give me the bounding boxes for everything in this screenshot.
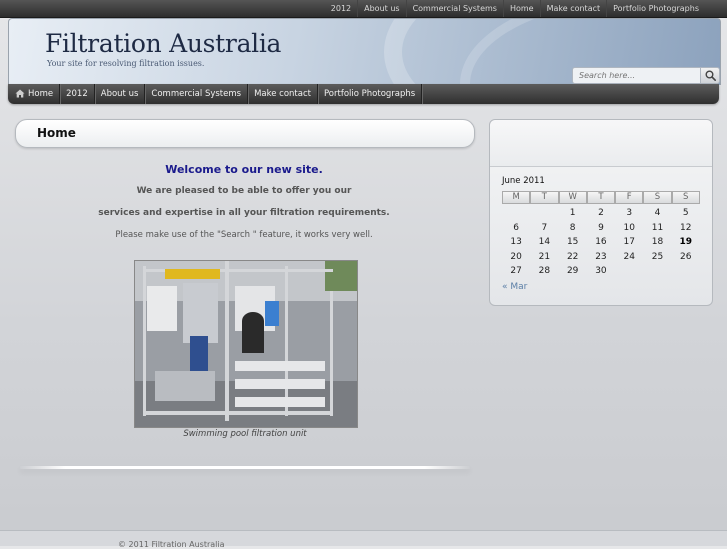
footer-band	[0, 530, 727, 546]
weekday-wed: W	[558, 191, 587, 204]
calendar-day: 11	[651, 222, 664, 233]
calendar-week-row: 13 14 15 16 17 18 19	[502, 235, 700, 250]
calendar-week-row: 1 2 3 4 5	[502, 206, 700, 221]
calendar-weekday-row: M T W T F S S	[502, 191, 700, 205]
calendar-weeks: 1 2 3 4 5 6 7 8 9 10 11 12 13 14 15 16 17 18 19 20 21 22 23 24 2…	[502, 206, 700, 279]
calendar-prev-month-link[interactable]: « Mar	[502, 282, 527, 292]
calendar-day: 14	[538, 237, 551, 247]
calendar-day: 5	[682, 208, 689, 218]
calendar-day: 15	[566, 237, 579, 247]
site-header: Filtration Australia Your site for resol…	[8, 18, 721, 85]
calendar-day: 6	[513, 222, 519, 233]
calendar-day: 1	[569, 208, 576, 218]
calendar-day: 25	[651, 251, 664, 262]
weekday-mon: M	[502, 191, 531, 204]
calendar-day: 21	[538, 251, 551, 262]
calendar-empty-cell	[643, 264, 671, 279]
page-title-bar: Home	[15, 119, 475, 148]
filtration-unit-illustration	[135, 261, 357, 427]
house-icon	[15, 89, 25, 98]
calendar-day: 17	[623, 237, 635, 247]
welcome-heading: Welcome to our new site.	[165, 163, 323, 176]
calendar-day: 3	[626, 208, 633, 218]
intro-line-3: Please make use of the "Search " feature…	[115, 230, 373, 240]
main-nav-item-about-us[interactable]: About us	[95, 84, 146, 104]
calendar-day: 29	[566, 266, 579, 276]
filtration-unit-photo[interactable]	[134, 260, 358, 428]
calendar-day: 10	[623, 222, 635, 233]
calendar-widget: June 2011 M T W T F S S 1 2 3 4 5 6 7 8 9 10 11 12 1…	[489, 119, 713, 306]
calendar-week-row: 27 28 29 30	[502, 264, 700, 279]
content-divider	[20, 466, 470, 469]
site-tagline: Your site for resolving filtration issue…	[47, 59, 205, 68]
top-nav-item-portfolio-photographs[interactable]: Portfolio Photographs	[606, 0, 705, 17]
main-nav-item-home[interactable]: Home	[8, 84, 61, 104]
calendar-day: 18	[651, 237, 664, 247]
weekday-tue: T	[530, 191, 559, 204]
main-nav-item-2012[interactable]: 2012	[60, 84, 95, 104]
calendar-day: 8	[569, 222, 576, 233]
calendar-day: 7	[541, 222, 548, 233]
calendar-week-row: 20 21 22 23 24 25 26	[502, 250, 700, 265]
search-form	[572, 67, 720, 84]
main-nav: Home 2012 About us Commercial Systems Ma…	[8, 84, 719, 104]
calendar-day: 9	[598, 222, 604, 233]
weekday-fri: F	[615, 191, 644, 204]
search-button[interactable]	[700, 67, 720, 84]
main-nav-label-home: Home	[28, 89, 54, 99]
top-nav-item-commercial-systems[interactable]: Commercial Systems	[405, 0, 503, 17]
top-nav-item-2012[interactable]: 2012	[325, 0, 357, 17]
photo-caption: Swimming pool filtration unit	[183, 429, 307, 439]
calendar-grid: M T W T F S S 1 2 3 4 5 6 7 8 9 10 11 12 13 14 15 16 17 1…	[502, 191, 700, 279]
site-title[interactable]: Filtration Australia	[45, 29, 281, 58]
weekday-sat: S	[643, 191, 672, 204]
calendar-day-today: 19	[679, 237, 692, 247]
calendar-week-row: 6 7 8 9 10 11 12	[502, 221, 700, 236]
calendar-day: 28	[538, 266, 551, 276]
calendar-day: 24	[623, 251, 635, 262]
calendar-day: 26	[680, 251, 692, 262]
search-input[interactable]	[572, 67, 700, 84]
calendar-empty-cell	[530, 206, 558, 221]
calendar-empty-cell	[502, 206, 530, 221]
weekday-thu: T	[586, 191, 616, 204]
top-nav-item-home[interactable]: Home	[502, 0, 540, 17]
calendar-day: 16	[595, 237, 607, 247]
page-title: Home	[37, 126, 76, 140]
calendar-day: 23	[595, 251, 607, 262]
intro-line-1: We are pleased to be able to offer you o…	[136, 186, 352, 196]
search-icon	[705, 70, 716, 81]
top-nav: 2012 About us Commercial Systems Home Ma…	[325, 0, 705, 17]
calendar-day: 2	[598, 208, 604, 218]
calendar-day: 13	[510, 237, 522, 247]
calendar-day: 27	[510, 266, 522, 276]
calendar-day: 4	[654, 208, 661, 218]
calendar-empty-cell	[672, 264, 700, 279]
top-nav-item-about-us[interactable]: About us	[357, 0, 405, 17]
calendar-day: 30	[595, 266, 607, 276]
top-bar: 2012 About us Commercial Systems Home Ma…	[0, 0, 727, 18]
calendar-day: 12	[680, 222, 692, 233]
calendar-day: 22	[566, 251, 579, 262]
calendar-day: 20	[510, 251, 522, 262]
main-nav-item-commercial-systems[interactable]: Commercial Systems	[145, 84, 249, 104]
weekday-sun: S	[671, 191, 700, 204]
top-nav-item-make-contact[interactable]: Make contact	[539, 0, 607, 17]
main-nav-item-make-contact[interactable]: Make contact	[248, 84, 318, 104]
intro-line-2: services and expertise in all your filtr…	[98, 208, 390, 218]
calendar-caption: June 2011	[502, 176, 545, 186]
calendar-widget-header	[490, 120, 712, 167]
main-nav-item-portfolio-photographs[interactable]: Portfolio Photographs	[318, 84, 423, 104]
calendar-empty-cell	[615, 264, 643, 279]
